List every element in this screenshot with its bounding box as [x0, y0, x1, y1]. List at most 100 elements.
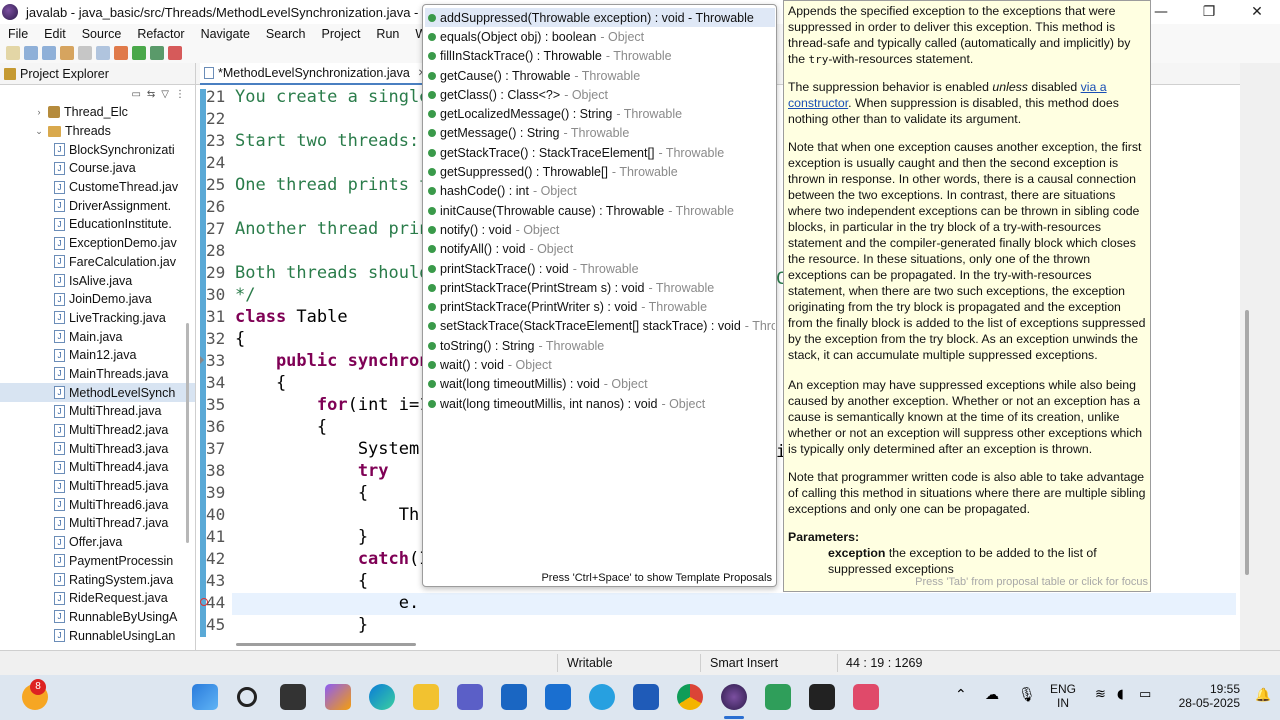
tree-item[interactable]: J Main.java	[0, 327, 195, 346]
tree-item[interactable]: J LiveTracking.java	[0, 309, 195, 328]
proposal-item[interactable]: printStackTrace() : void - Throwable	[425, 259, 775, 278]
tree-item[interactable]: J MethodLevelSynch	[0, 383, 195, 402]
wifi-icon[interactable]: ≋	[1095, 687, 1106, 702]
save-all-icon[interactable]	[42, 46, 56, 60]
tree-item[interactable]: J JoinDemo.java	[0, 290, 195, 309]
javadoc-hover[interactable]: Appends the specified exception to the e…	[783, 0, 1151, 592]
menu-search[interactable]: Search	[258, 27, 314, 41]
tree-item[interactable]: J PaymentProcessin	[0, 552, 195, 571]
error-marker-icon[interactable]	[200, 598, 208, 606]
menu-edit[interactable]: Edit	[36, 27, 74, 41]
override-marker-icon[interactable]	[200, 356, 208, 364]
proposal-item[interactable]: getSuppressed() : Throwable[] - Throwable	[425, 162, 775, 181]
tree-item[interactable]: › Thread_Elc	[0, 103, 195, 122]
save-icon[interactable]	[24, 46, 38, 60]
tree-item[interactable]: J CustomeThread.jav	[0, 178, 195, 197]
terminal-icon[interactable]	[809, 684, 835, 710]
run-icon[interactable]	[132, 46, 146, 60]
store-icon[interactable]	[501, 684, 527, 710]
proposal-item[interactable]: wait() : void - Object	[425, 355, 775, 374]
menu-run[interactable]: Run	[368, 27, 407, 41]
copilot-icon[interactable]	[325, 684, 351, 710]
proposal-item[interactable]: wait(long timeoutMillis) : void - Object	[425, 375, 775, 394]
debug-icon[interactable]	[114, 46, 128, 60]
proposal-item[interactable]: getClass() : Class<?> - Object	[425, 85, 775, 104]
language-indicator[interactable]: ENG IN	[1050, 682, 1076, 710]
proposal-item[interactable]: getCause() : Throwable - Throwable	[425, 66, 775, 85]
tree-item[interactable]: J Offer.java	[0, 533, 195, 552]
proposal-item[interactable]: printStackTrace(PrintStream s) : void - T…	[425, 278, 775, 297]
tree-item[interactable]: J RideRequest.java	[0, 589, 195, 608]
proposal-item[interactable]: notify() : void - Object	[425, 220, 775, 239]
tree-item[interactable]: J MultiThread6.java	[0, 495, 195, 514]
cloud-icon[interactable]: ☁	[985, 687, 999, 703]
proposal-item[interactable]: getMessage() : String - Throwable	[425, 124, 775, 143]
explorer-scrollbar[interactable]	[186, 323, 189, 543]
sheets-icon[interactable]	[765, 684, 791, 710]
proposal-item[interactable]: getLocalizedMessage() : String - Throwabl…	[425, 105, 775, 124]
help-icon[interactable]	[589, 684, 615, 710]
tree-item[interactable]: J MultiThread.java	[0, 402, 195, 421]
maximize-button[interactable]: ❐	[1186, 0, 1232, 24]
filter-icon[interactable]: ▽	[161, 89, 169, 100]
tree-item[interactable]: J MultiThread3.java	[0, 439, 195, 458]
skip-breakpoints-icon[interactable]	[96, 46, 110, 60]
proposal-item[interactable]: initCause(Throwable cause) : Throwable - …	[425, 201, 775, 220]
proposal-item[interactable]: setStackTrace(StackTraceElement[] stackT…	[425, 317, 775, 336]
tree-item[interactable]: J MultiThread5.java	[0, 477, 195, 496]
open-type-icon[interactable]	[60, 46, 74, 60]
menu-file[interactable]: File	[0, 27, 36, 41]
file-explorer-icon[interactable]	[413, 684, 439, 710]
teams-icon[interactable]	[457, 684, 483, 710]
collapsed-arrow-icon[interactable]: ›	[34, 107, 44, 117]
task-view-icon[interactable]	[280, 684, 306, 710]
tree-item[interactable]: ⌄ Threads	[0, 122, 195, 141]
view-menu-icon[interactable]: ⋮	[175, 89, 185, 100]
menu-navigate[interactable]: Navigate	[193, 27, 258, 41]
coverage-icon[interactable]	[150, 46, 164, 60]
tree-item[interactable]: J RunnableByUsingA	[0, 608, 195, 627]
proposal-item[interactable]: equals(Object obj) : boolean - Object	[425, 27, 775, 46]
tree-item[interactable]: J Course.java	[0, 159, 195, 178]
expanded-arrow-icon[interactable]: ⌄	[34, 126, 44, 137]
tree-item[interactable]: J DriverAssignment.	[0, 196, 195, 215]
link-editor-icon[interactable]: ⇆	[147, 89, 155, 100]
microphone-icon[interactable]: 🎙	[1018, 687, 1036, 703]
word-icon[interactable]	[633, 684, 659, 710]
eclipse-taskbar-icon[interactable]	[721, 684, 747, 710]
editor-horizontal-scrollbar[interactable]	[236, 643, 1236, 649]
tree-item[interactable]: J MultiThread2.java	[0, 421, 195, 440]
tree-item[interactable]: J RunnableUsingLan	[0, 626, 195, 645]
snipping-tool-icon[interactable]	[853, 684, 879, 710]
menu-source[interactable]: Source	[74, 27, 130, 41]
tree-item[interactable]: J FareCalculation.jav	[0, 253, 195, 272]
tree-item[interactable]: J IsAlive.java	[0, 271, 195, 290]
proposal-item[interactable]: wait(long timeoutMillis, int nanos) : vo…	[425, 394, 775, 413]
battery-icon[interactable]: ▭	[1139, 687, 1151, 702]
tab-method-level-synchronization[interactable]: *MethodLevelSynchronization.java ✕	[200, 63, 437, 85]
volume-icon[interactable]: ◖	[1117, 687, 1124, 702]
tab-project-explorer[interactable]: Project Explorer	[0, 63, 195, 85]
edge-icon[interactable]	[369, 684, 395, 710]
menu-project[interactable]: Project	[314, 27, 369, 41]
proposal-item[interactable]: toString() : String - Throwable	[425, 336, 775, 355]
close-button[interactable]: ✕	[1234, 0, 1280, 24]
proposal-item[interactable]: printStackTrace(PrintWriter s) : void - T…	[425, 298, 775, 317]
collapse-all-icon[interactable]: ▭	[131, 89, 140, 100]
hp-icon[interactable]	[545, 684, 571, 710]
clock[interactable]: 19:55 28-05-2025	[1170, 682, 1240, 710]
tree-item[interactable]: J MultiThread7.java	[0, 514, 195, 533]
tree-item[interactable]: J MultiThread4.java	[0, 458, 195, 477]
toggle-icon[interactable]	[78, 46, 92, 60]
tree-item[interactable]: J ExceptionDemo.jav	[0, 234, 195, 253]
tree-item[interactable]: J Main12.java	[0, 346, 195, 365]
menu-refactor[interactable]: Refactor	[129, 27, 192, 41]
tree-item[interactable]: J MainThreads.java	[0, 365, 195, 384]
tray-chevron-icon[interactable]: ⌃	[955, 687, 967, 703]
chrome-icon[interactable]	[677, 684, 703, 710]
editor-vertical-scrollbar[interactable]	[1245, 310, 1249, 575]
proposal-item[interactable]: hashCode() : int - Object	[425, 182, 775, 201]
proposal-item[interactable]: getStackTrace() : StackTraceElement[] - T…	[425, 143, 775, 162]
external-tools-icon[interactable]	[168, 46, 182, 60]
tree-item[interactable]: J RatingSystem.java	[0, 570, 195, 589]
